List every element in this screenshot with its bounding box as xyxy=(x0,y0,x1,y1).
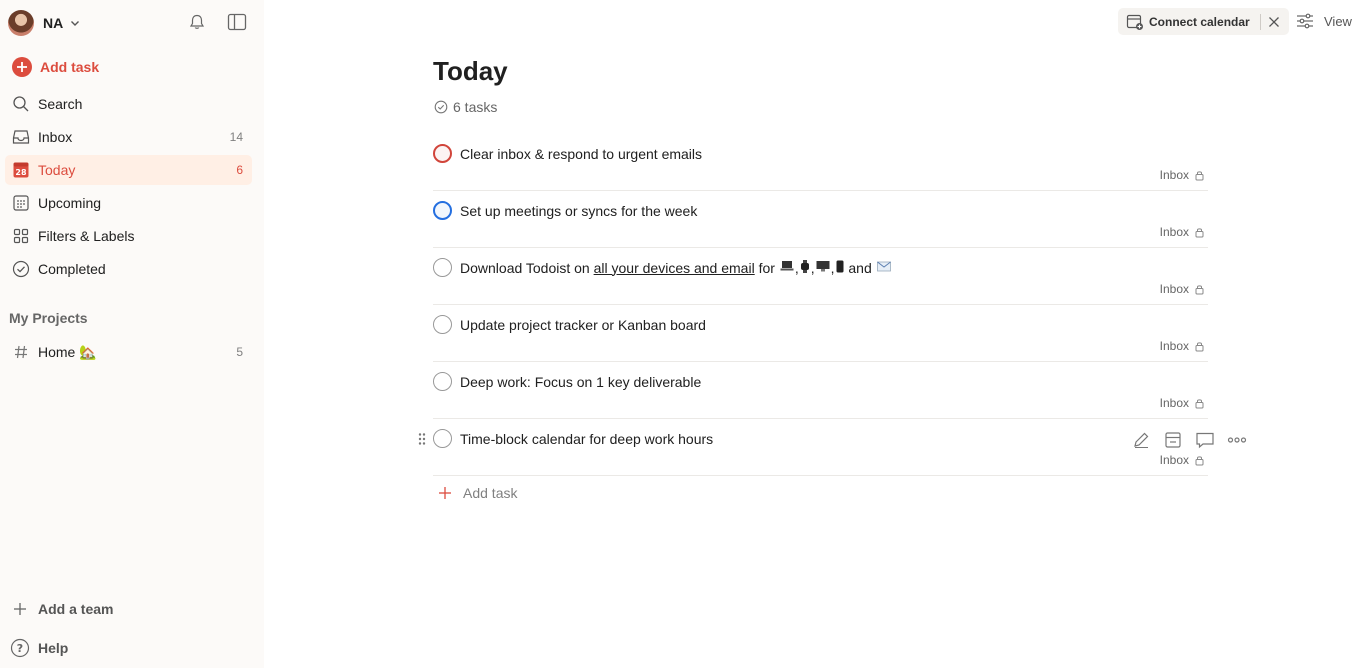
lock-icon xyxy=(1194,397,1206,409)
email-icon xyxy=(876,261,891,275)
hash-icon xyxy=(11,342,31,362)
comment-icon[interactable] xyxy=(1194,430,1216,450)
user-name: NA xyxy=(43,15,64,31)
calendar-grid-icon xyxy=(11,193,31,213)
more-icon[interactable] xyxy=(1226,430,1248,450)
phone-icon xyxy=(836,260,844,276)
task-title[interactable]: Clear inbox & respond to urgent emails xyxy=(460,144,702,163)
lock-icon xyxy=(1194,454,1206,466)
task-complete-checkbox[interactable] xyxy=(433,201,452,220)
task-complete-checkbox[interactable] xyxy=(433,144,452,163)
task-project[interactable]: Inbox xyxy=(1160,224,1206,240)
check-circle-icon xyxy=(11,259,31,279)
sidebar-project-home[interactable]: Home 🏡 5 xyxy=(5,337,252,367)
task-project[interactable]: Inbox xyxy=(1160,281,1206,297)
my-projects-heading[interactable]: My Projects xyxy=(9,310,88,326)
add-team-button[interactable]: Add a team xyxy=(10,597,113,621)
task-actions xyxy=(1130,430,1248,450)
plus-icon xyxy=(437,485,453,501)
lock-icon xyxy=(1194,340,1206,352)
bell-icon[interactable] xyxy=(186,11,208,33)
task-item[interactable]: Time-block calendar for deep work hours … xyxy=(418,419,1247,476)
chevron-down-icon xyxy=(69,17,81,29)
check-circle-icon xyxy=(434,100,448,114)
help-button[interactable]: ? Help xyxy=(10,636,68,660)
add-task-button[interactable]: Add task xyxy=(5,52,252,82)
task-item[interactable]: Update project tracker or Kanban board I… xyxy=(433,305,1208,362)
task-item[interactable]: Clear inbox & respond to urgent emails I… xyxy=(433,134,1208,191)
task-project[interactable]: Inbox xyxy=(1160,338,1206,354)
task-complete-checkbox[interactable] xyxy=(433,429,452,448)
due-date-icon[interactable] xyxy=(1162,430,1184,450)
task-project[interactable]: Inbox xyxy=(1160,395,1206,411)
view-button[interactable]: View xyxy=(1296,10,1352,32)
task-title[interactable]: Time-block calendar for deep work hours xyxy=(460,429,713,448)
task-item[interactable]: Deep work: Focus on 1 key deliverable In… xyxy=(433,362,1208,419)
add-task-label: Add task xyxy=(40,59,100,75)
add-task-inline-button[interactable]: Add task xyxy=(437,484,517,502)
project-count: 5 xyxy=(236,345,243,359)
task-title[interactable]: Download Todoist on all your devices and… xyxy=(460,258,892,277)
plus-icon xyxy=(10,599,30,619)
laptop-icon xyxy=(780,260,794,275)
today-count: 6 xyxy=(236,163,243,177)
devices-link[interactable]: all your devices and email xyxy=(594,260,755,276)
edit-icon[interactable] xyxy=(1130,430,1152,450)
task-item[interactable]: Download Todoist on all your devices and… xyxy=(433,248,1208,305)
calendar-plus-icon xyxy=(1126,13,1144,31)
inbox-icon xyxy=(11,127,31,147)
search-icon xyxy=(11,94,31,114)
watch-icon xyxy=(800,259,810,276)
sidebar-item-filters-labels[interactable]: Filters & Labels xyxy=(5,221,252,251)
task-count: 6 tasks xyxy=(434,98,497,116)
connect-calendar-button[interactable]: Connect calendar xyxy=(1118,8,1260,35)
lock-icon xyxy=(1194,226,1206,238)
task-project[interactable]: Inbox xyxy=(1160,167,1206,183)
sidebar-item-today[interactable]: 28 Today 6 xyxy=(5,155,252,185)
inbox-count: 14 xyxy=(229,130,243,144)
grid-icon xyxy=(11,226,31,246)
lock-icon xyxy=(1194,169,1206,181)
lock-icon xyxy=(1194,283,1206,295)
sidebar: NA Add task Search Inbox 14 28 Today 6 U… xyxy=(0,0,264,668)
task-title[interactable]: Deep work: Focus on 1 key deliverable xyxy=(460,372,701,391)
sidebar-item-upcoming[interactable]: Upcoming xyxy=(5,188,252,218)
svg-text:?: ? xyxy=(17,642,23,655)
svg-text:28: 28 xyxy=(15,168,27,177)
task-title[interactable]: Update project tracker or Kanban board xyxy=(460,315,706,334)
task-complete-checkbox[interactable] xyxy=(433,258,452,277)
sliders-icon xyxy=(1296,11,1316,31)
help-icon: ? xyxy=(10,638,30,658)
task-project[interactable]: Inbox xyxy=(1160,452,1206,468)
sidebar-toggle-icon[interactable] xyxy=(226,11,248,33)
task-complete-checkbox[interactable] xyxy=(433,372,452,391)
task-complete-checkbox[interactable] xyxy=(433,315,452,334)
task-item[interactable]: Set up meetings or syncs for the week In… xyxy=(433,191,1208,248)
user-menu[interactable]: NA xyxy=(8,9,98,37)
task-title[interactable]: Set up meetings or syncs for the week xyxy=(460,201,697,220)
drag-handle-icon[interactable] xyxy=(417,431,427,447)
calendar-today-icon: 28 xyxy=(11,160,31,180)
page-title: Today xyxy=(433,56,508,86)
sidebar-item-completed[interactable]: Completed xyxy=(5,254,252,284)
close-icon[interactable] xyxy=(1261,8,1287,35)
plus-circle-icon xyxy=(11,56,33,78)
sidebar-item-inbox[interactable]: Inbox 14 xyxy=(5,122,252,152)
avatar xyxy=(8,10,34,36)
desktop-icon xyxy=(816,260,830,275)
sidebar-item-search[interactable]: Search xyxy=(5,89,252,119)
connect-calendar-banner: Connect calendar xyxy=(1118,8,1289,35)
